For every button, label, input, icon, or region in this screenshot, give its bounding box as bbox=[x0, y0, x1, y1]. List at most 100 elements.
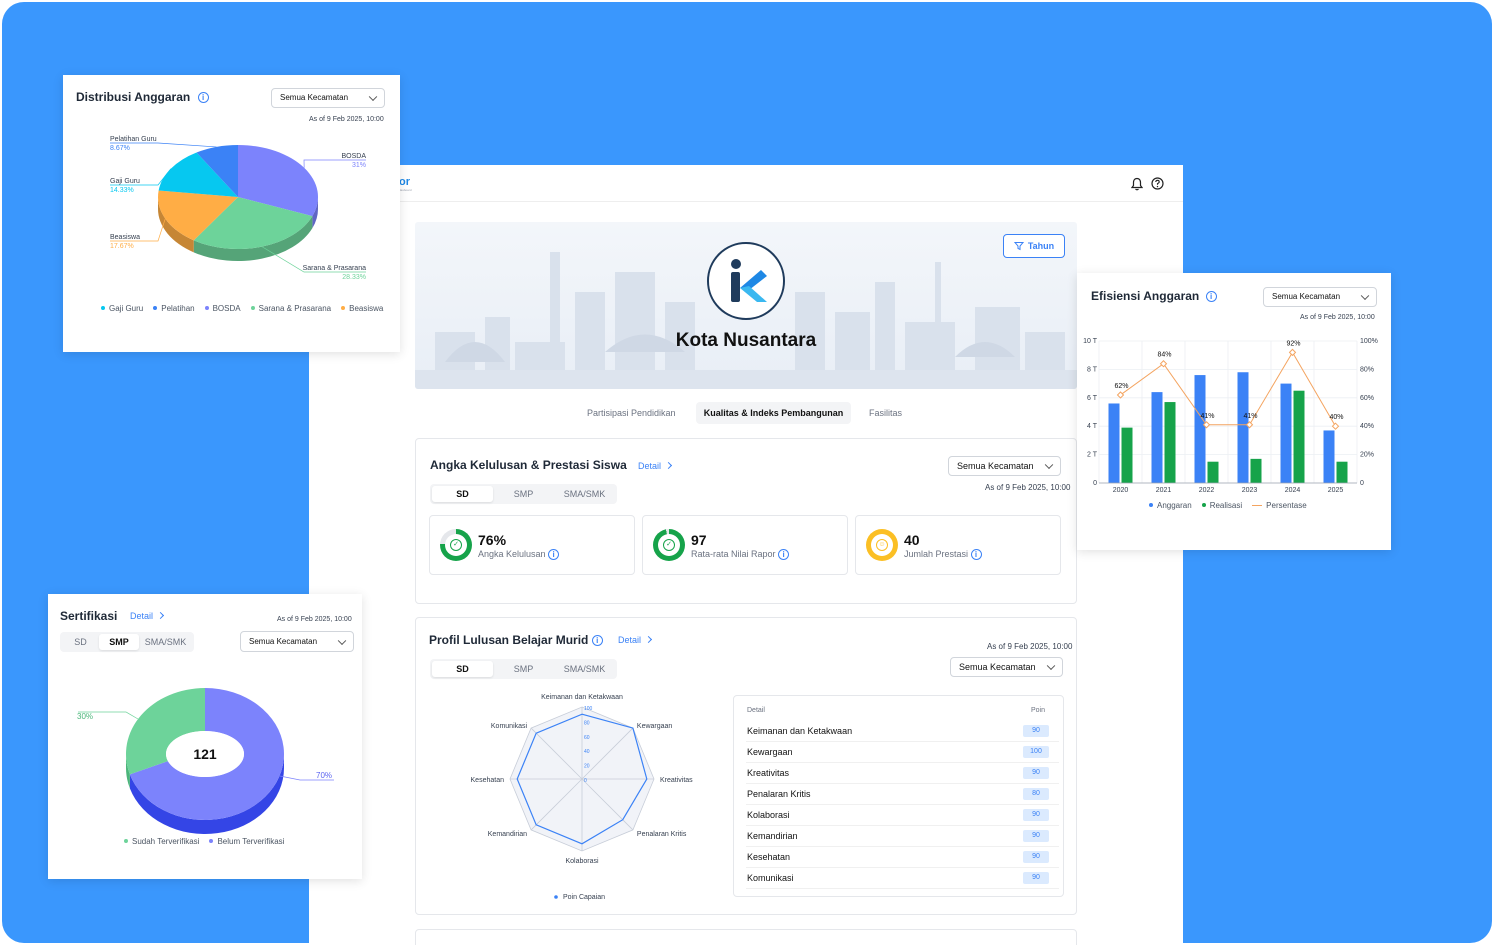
row-poin-badge: 90 bbox=[1023, 725, 1049, 737]
bar-anggaran bbox=[1151, 392, 1163, 483]
y-tick-label: 4 T bbox=[1087, 423, 1098, 430]
y-tick-label: 6 T bbox=[1087, 395, 1098, 402]
legend-item[interactable]: Gaji Guru bbox=[101, 304, 143, 313]
main-dashboard: or dasboard Kota Nusantara Tahun Partisi… bbox=[309, 165, 1183, 945]
bar-realisasi bbox=[1121, 427, 1133, 483]
y-tick-label: 2 T bbox=[1087, 452, 1098, 459]
legend-dot bbox=[101, 306, 105, 311]
info-icon[interactable]: i bbox=[778, 549, 790, 561]
radar-legend-label: Poin Capaian bbox=[563, 894, 605, 901]
legend-item[interactable]: BOSDA bbox=[204, 304, 241, 313]
sertifikasi-detail-link[interactable]: Detail bbox=[130, 611, 165, 621]
brand-subtitle: dasboard bbox=[399, 188, 412, 192]
table-head-poin: Poin bbox=[1030, 707, 1045, 714]
profil-detail-link[interactable]: Detail bbox=[618, 635, 653, 645]
segment-sd[interactable]: SD bbox=[62, 634, 99, 650]
x-tick-label: 2022 bbox=[1199, 487, 1215, 494]
filter-button[interactable]: Tahun bbox=[1003, 234, 1065, 258]
row-name: Kemandirian bbox=[747, 831, 798, 841]
bell-icon[interactable] bbox=[1130, 177, 1144, 196]
y-tick-label: 0 bbox=[1093, 480, 1097, 487]
row-name: Kreativitas bbox=[747, 768, 790, 778]
segment-sd[interactable]: SD bbox=[432, 486, 493, 502]
legend-item[interactable]: Belum Terverifikasi bbox=[209, 837, 284, 846]
segment-smp[interactable]: SMP bbox=[493, 486, 554, 502]
tab-partisipasi[interactable]: Partisipasi Pendidikan bbox=[587, 408, 676, 418]
segment-sma-smk[interactable]: SMA/SMK bbox=[554, 661, 615, 677]
legend-item[interactable]: Realisasi bbox=[1201, 501, 1242, 510]
efisiensi-bar-chart: 0 2 T 4 T 6 T 8 T 10 T 0 20% 40% 60% 80% 100% 2020 20… bbox=[1083, 338, 1378, 494]
chevron-right-icon bbox=[644, 635, 653, 644]
profil-kecamatan-select[interactable]: Semua Kecamatan bbox=[950, 657, 1063, 677]
legend-item[interactable]: Pelatihan bbox=[153, 304, 195, 313]
distribusi-kecamatan-select[interactable]: Semua Kecamatan bbox=[271, 88, 385, 108]
segment-smp[interactable]: SMP bbox=[99, 634, 139, 650]
segment-sma-smk[interactable]: SMA/SMK bbox=[554, 486, 615, 502]
distribusi-asof: As of 9 Feb 2025, 10:00 bbox=[309, 116, 384, 123]
kelulusan-select-value: Semua Kecamatan bbox=[957, 461, 1034, 471]
row-poin-badge: 80 bbox=[1023, 788, 1049, 800]
sertifikasi-legend: Sudah Terverifikasi Belum Terverifikasi bbox=[124, 837, 294, 846]
kelulusan-title: Angka Kelulusan & Prestasi Siswa bbox=[430, 458, 627, 472]
legend-dot bbox=[1149, 503, 1153, 508]
kelulusan-kecamatan-select[interactable]: Semua Kecamatan bbox=[948, 456, 1061, 476]
pie-slice-value: 28.33% bbox=[342, 274, 366, 281]
stat-label: Jumlah Prestasi i bbox=[904, 549, 982, 561]
radar-axis-label: Kemandirian bbox=[488, 831, 527, 838]
info-icon[interactable]: i bbox=[591, 635, 603, 647]
sertifikasi-kecamatan-select[interactable]: Semua Kecamatan bbox=[240, 631, 354, 652]
stat-label: Rata-rata Nilai Rapor i bbox=[691, 549, 790, 561]
y2-tick-label: 0 bbox=[1360, 480, 1364, 487]
row-poin-badge: 90 bbox=[1023, 809, 1049, 821]
legend-label: Belum Terverifikasi bbox=[217, 837, 285, 846]
radar-axis-label: Kolaborasi bbox=[565, 858, 599, 865]
row-poin-badge: 90 bbox=[1023, 767, 1049, 779]
check-icon: ✓ bbox=[450, 539, 462, 551]
info-icon[interactable]: i bbox=[1205, 291, 1217, 303]
table-row: Kreativitas 90 bbox=[746, 763, 1059, 784]
legend-label: Persentase bbox=[1266, 501, 1307, 510]
bar-realisasi bbox=[1164, 402, 1176, 483]
info-icon[interactable]: i bbox=[548, 549, 560, 561]
legend-item[interactable]: Sarana & Prasarana bbox=[250, 304, 331, 313]
info-icon[interactable]: i bbox=[197, 92, 209, 104]
pie-slice-label: Beasiswa bbox=[110, 234, 140, 241]
stat-label: Angka Kelulusan i bbox=[478, 549, 560, 561]
stat-angka-kelulusan: ✓ 76% Angka Kelulusan i bbox=[429, 515, 635, 575]
table-row: Komunikasi 90 bbox=[746, 868, 1059, 889]
table-row: Kemandirian 90 bbox=[746, 826, 1059, 847]
legend-dot bbox=[1252, 504, 1263, 507]
sertifikasi-level-segment: SD SMP SMA/SMK bbox=[60, 632, 194, 652]
kelulusan-detail-link[interactable]: Detail bbox=[638, 461, 673, 471]
tab-fasilitas[interactable]: Fasilitas bbox=[869, 408, 902, 418]
bar-anggaran bbox=[1108, 403, 1120, 483]
donut-slice-value: 30% bbox=[77, 712, 93, 721]
segment-sd[interactable]: SD bbox=[432, 661, 493, 677]
medal-icon: ☺ bbox=[876, 539, 888, 551]
legend-item[interactable]: Persentase bbox=[1252, 501, 1307, 510]
segment-smp[interactable]: SMP bbox=[493, 661, 554, 677]
legend-item[interactable]: Sudah Terverifikasi bbox=[124, 837, 199, 846]
city-logo-icon bbox=[731, 259, 767, 302]
row-name: Kolaborasi bbox=[747, 810, 790, 820]
kelulusan-detail-label: Detail bbox=[638, 461, 662, 471]
pie-slice-value: 17.67% bbox=[110, 243, 134, 250]
brand-logo[interactable]: or bbox=[399, 176, 410, 188]
profil-card: Profil Lulusan Belajar Murid i Detail As… bbox=[415, 617, 1077, 915]
efisiensi-kecamatan-select[interactable]: Semua Kecamatan bbox=[1263, 287, 1377, 307]
segment-sma-smk[interactable]: SMA/SMK bbox=[139, 634, 192, 650]
help-icon[interactable] bbox=[1151, 177, 1164, 195]
profil-select-value: Semua Kecamatan bbox=[959, 662, 1036, 672]
legend-dot bbox=[1201, 503, 1206, 508]
tab-kualitas[interactable]: Kualitas & Indeks Pembangunan bbox=[696, 402, 851, 424]
legend-item[interactable]: Anggaran bbox=[1149, 501, 1192, 510]
efisiensi-select-value: Semua Kecamatan bbox=[1272, 292, 1341, 301]
table-row: Kewargaan 100 bbox=[746, 742, 1059, 763]
point-persentase bbox=[1331, 422, 1340, 430]
progress-ring: ✓ bbox=[440, 529, 472, 561]
legend-item[interactable]: Beasiswa bbox=[341, 304, 383, 313]
info-icon[interactable]: i bbox=[970, 549, 982, 561]
chevron-down-icon bbox=[1360, 291, 1370, 301]
legend-label: Gaji Guru bbox=[109, 304, 144, 313]
pie-slice-value: 31% bbox=[352, 162, 366, 169]
